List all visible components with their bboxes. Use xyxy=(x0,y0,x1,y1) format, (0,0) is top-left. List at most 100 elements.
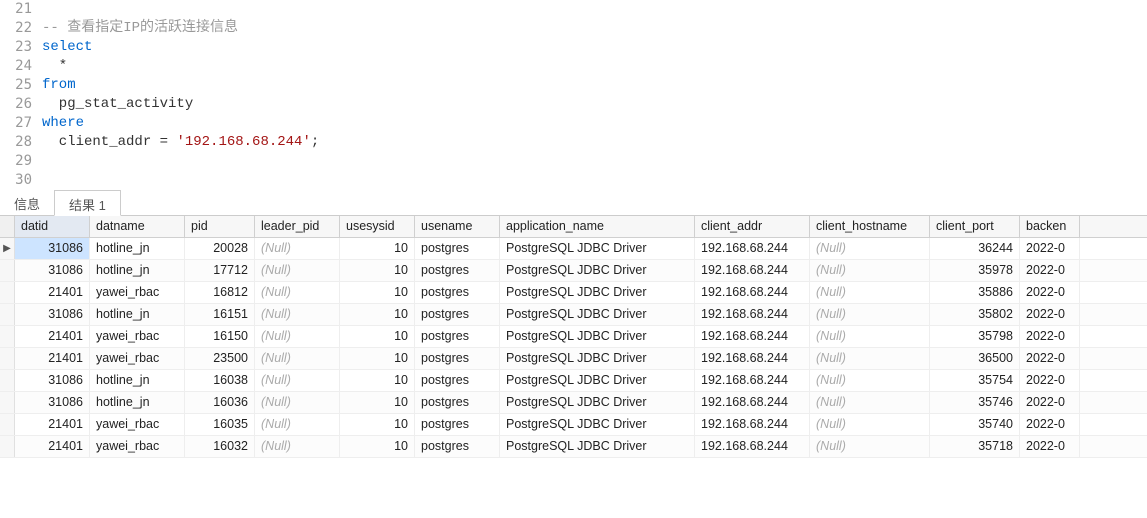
cell-client_port[interactable]: 35978 xyxy=(930,260,1020,281)
cell-client_hostname[interactable]: (Null) xyxy=(810,326,930,347)
cell-datid[interactable]: 21401 xyxy=(15,414,90,435)
cell-datname[interactable]: hotline_jn xyxy=(90,370,185,391)
cell-usesysid[interactable]: 10 xyxy=(340,326,415,347)
cell-datname[interactable]: yawei_rbac xyxy=(90,436,185,457)
cell-datid[interactable]: 31086 xyxy=(15,260,90,281)
cell-client_port[interactable]: 35802 xyxy=(930,304,1020,325)
code-line[interactable]: 24 * xyxy=(0,57,1147,76)
cell-backend[interactable]: 2022-0 xyxy=(1020,392,1080,413)
cell-client_hostname[interactable]: (Null) xyxy=(810,414,930,435)
cell-usename[interactable]: postgres xyxy=(415,326,500,347)
code-content[interactable]: where xyxy=(42,114,84,133)
table-row[interactable]: 21401yawei_rbac16812(Null)10postgresPost… xyxy=(0,282,1147,304)
cell-client_hostname[interactable]: (Null) xyxy=(810,392,930,413)
cell-application_name[interactable]: PostgreSQL JDBC Driver xyxy=(500,414,695,435)
cell-usename[interactable]: postgres xyxy=(415,392,500,413)
cell-client_hostname[interactable]: (Null) xyxy=(810,370,930,391)
code-content[interactable]: select xyxy=(42,38,92,57)
cell-leader_pid[interactable]: (Null) xyxy=(255,348,340,369)
col-header-usename[interactable]: usename xyxy=(415,216,500,237)
table-row[interactable]: 31086hotline_jn17712(Null)10postgresPost… xyxy=(0,260,1147,282)
code-line[interactable]: 28 client_addr = '192.168.68.244'; xyxy=(0,133,1147,152)
cell-pid[interactable]: 16812 xyxy=(185,282,255,303)
cell-leader_pid[interactable]: (Null) xyxy=(255,304,340,325)
col-header-pid[interactable]: pid xyxy=(185,216,255,237)
cell-usename[interactable]: postgres xyxy=(415,304,500,325)
cell-client_port[interactable]: 35798 xyxy=(930,326,1020,347)
cell-client_port[interactable]: 35746 xyxy=(930,392,1020,413)
row-selector[interactable] xyxy=(0,282,15,303)
code-content[interactable]: client_addr = '192.168.68.244'; xyxy=(42,133,319,152)
cell-application_name[interactable]: PostgreSQL JDBC Driver xyxy=(500,392,695,413)
row-selector[interactable] xyxy=(0,414,15,435)
cell-pid[interactable]: 16032 xyxy=(185,436,255,457)
code-line[interactable]: 26 pg_stat_activity xyxy=(0,95,1147,114)
row-selector-header[interactable] xyxy=(0,216,15,237)
cell-datname[interactable]: yawei_rbac xyxy=(90,326,185,347)
table-row[interactable]: 21401yawei_rbac16150(Null)10postgresPost… xyxy=(0,326,1147,348)
cell-client_port[interactable]: 36500 xyxy=(930,348,1020,369)
row-selector[interactable] xyxy=(0,436,15,457)
cell-application_name[interactable]: PostgreSQL JDBC Driver xyxy=(500,436,695,457)
cell-datid[interactable]: 21401 xyxy=(15,282,90,303)
cell-leader_pid[interactable]: (Null) xyxy=(255,414,340,435)
cell-leader_pid[interactable]: (Null) xyxy=(255,392,340,413)
code-line[interactable]: 27where xyxy=(0,114,1147,133)
cell-client_addr[interactable]: 192.168.68.244 xyxy=(695,304,810,325)
cell-usename[interactable]: postgres xyxy=(415,238,500,259)
cell-client_port[interactable]: 35754 xyxy=(930,370,1020,391)
cell-pid[interactable]: 17712 xyxy=(185,260,255,281)
cell-backend[interactable]: 2022-0 xyxy=(1020,414,1080,435)
code-content[interactable]: -- 查看指定IP的活跃连接信息 xyxy=(42,19,238,38)
cell-usename[interactable]: postgres xyxy=(415,260,500,281)
cell-client_hostname[interactable]: (Null) xyxy=(810,304,930,325)
cell-client_hostname[interactable]: (Null) xyxy=(810,282,930,303)
cell-backend[interactable]: 2022-0 xyxy=(1020,326,1080,347)
cell-datid[interactable]: 31086 xyxy=(15,238,90,259)
code-line[interactable]: 25from xyxy=(0,76,1147,95)
cell-application_name[interactable]: PostgreSQL JDBC Driver xyxy=(500,282,695,303)
code-content[interactable]: * xyxy=(42,57,67,76)
cell-datid[interactable]: 21401 xyxy=(15,436,90,457)
cell-backend[interactable]: 2022-0 xyxy=(1020,260,1080,281)
sql-editor[interactable]: 2122-- 查看指定IP的活跃连接信息23select24 *25from26… xyxy=(0,0,1147,190)
cell-datname[interactable]: hotline_jn xyxy=(90,392,185,413)
col-header-datid[interactable]: datid xyxy=(15,216,90,237)
cell-backend[interactable]: 2022-0 xyxy=(1020,436,1080,457)
code-line[interactable]: 29 xyxy=(0,152,1147,171)
code-line[interactable]: 21 xyxy=(0,0,1147,19)
cell-client_addr[interactable]: 192.168.68.244 xyxy=(695,414,810,435)
results-grid[interactable]: datid datname pid leader_pid usesysid us… xyxy=(0,216,1147,458)
code-content[interactable]: from xyxy=(42,76,76,95)
cell-backend[interactable]: 2022-0 xyxy=(1020,282,1080,303)
cell-pid[interactable]: 23500 xyxy=(185,348,255,369)
cell-datname[interactable]: hotline_jn xyxy=(90,260,185,281)
cell-leader_pid[interactable]: (Null) xyxy=(255,326,340,347)
cell-application_name[interactable]: PostgreSQL JDBC Driver xyxy=(500,304,695,325)
tab-result-1[interactable]: 结果 1 xyxy=(54,190,121,216)
cell-pid[interactable]: 16036 xyxy=(185,392,255,413)
cell-client_addr[interactable]: 192.168.68.244 xyxy=(695,370,810,391)
cell-backend[interactable]: 2022-0 xyxy=(1020,370,1080,391)
cell-usename[interactable]: postgres xyxy=(415,282,500,303)
cell-datname[interactable]: yawei_rbac xyxy=(90,282,185,303)
cell-pid[interactable]: 16150 xyxy=(185,326,255,347)
cell-application_name[interactable]: PostgreSQL JDBC Driver xyxy=(500,260,695,281)
cell-usename[interactable]: postgres xyxy=(415,436,500,457)
cell-pid[interactable]: 16038 xyxy=(185,370,255,391)
cell-application_name[interactable]: PostgreSQL JDBC Driver xyxy=(500,370,695,391)
cell-usesysid[interactable]: 10 xyxy=(340,304,415,325)
cell-usesysid[interactable]: 10 xyxy=(340,436,415,457)
cell-application_name[interactable]: PostgreSQL JDBC Driver xyxy=(500,348,695,369)
cell-usename[interactable]: postgres xyxy=(415,370,500,391)
col-header-client-hostname[interactable]: client_hostname xyxy=(810,216,930,237)
table-row[interactable]: 21401yawei_rbac16035(Null)10postgresPost… xyxy=(0,414,1147,436)
cell-usesysid[interactable]: 10 xyxy=(340,260,415,281)
cell-client_addr[interactable]: 192.168.68.244 xyxy=(695,326,810,347)
cell-client_addr[interactable]: 192.168.68.244 xyxy=(695,348,810,369)
cell-backend[interactable]: 2022-0 xyxy=(1020,238,1080,259)
cell-application_name[interactable]: PostgreSQL JDBC Driver xyxy=(500,238,695,259)
cell-client_port[interactable]: 35886 xyxy=(930,282,1020,303)
row-selector[interactable] xyxy=(0,348,15,369)
cell-pid[interactable]: 20028 xyxy=(185,238,255,259)
